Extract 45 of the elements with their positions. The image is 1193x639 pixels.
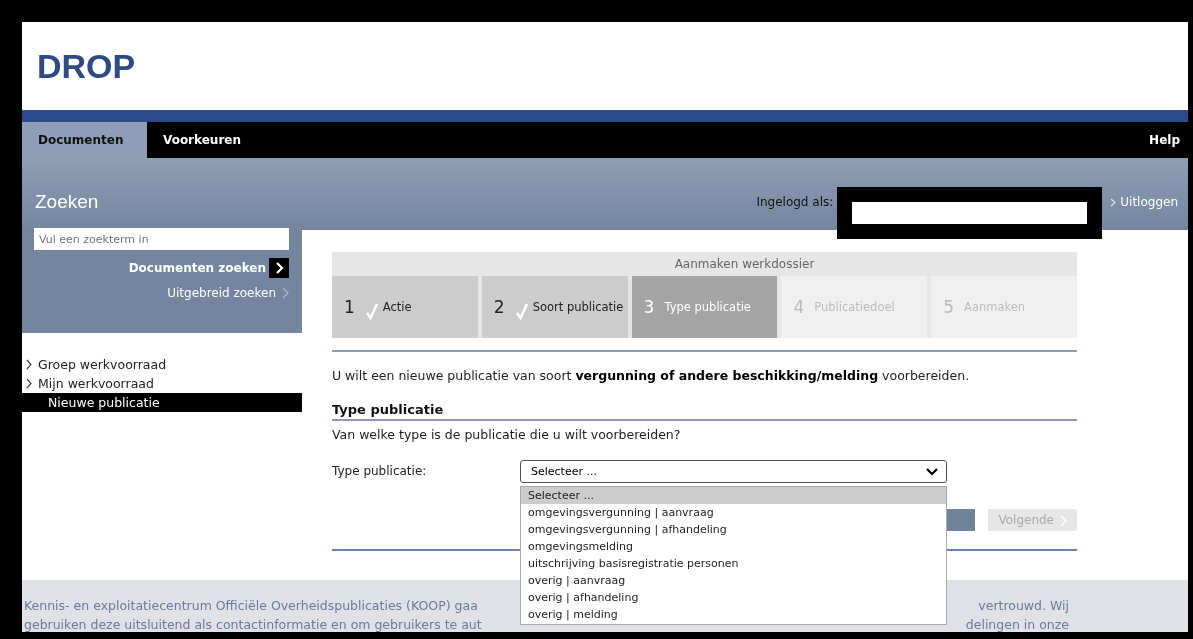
chevron-right-icon [26,378,32,389]
chevron-right-icon [26,359,32,370]
dropdown-option[interactable]: omgevingsvergunning | aanvraag [521,504,946,521]
dropdown-option[interactable]: overig | afhandeling [521,589,946,606]
logo: DROP [37,46,136,86]
question-text: Van welke type is de publicatie die u wilt voorbereiden? [332,427,682,442]
field-label: Type publicatie: [332,463,428,480]
help-link[interactable]: Help [1149,122,1188,158]
dropdown-option[interactable]: Selecteer ... [521,487,946,504]
step-label: Actie [382,300,412,314]
wizard-title: Aanmaken werkdossier [673,256,816,273]
search-field[interactable]: Vul een zoekterm in [34,228,289,250]
dropdown-option[interactable]: omgevingsvergunning | afhandeling [521,521,946,538]
footer-text: Kennis- en exploitatiecentrum Officiële Overheidspublicaties (KOOP) gaa [24,597,478,615]
search-button-label[interactable]: Documenten zoeken [128,261,266,275]
dropdown-option[interactable]: overig | melding [521,606,946,623]
checkmark-icon [364,302,379,320]
chevron-right-icon [1110,197,1117,207]
footer-text: gebruiken deze uitsluitend als contactinformatie en om gebruikers te aut [24,616,482,632]
sidebar-item[interactable]: Nieuwe publicatie [22,393,302,412]
footer-text: vertrouwd. Wij [978,597,1069,615]
step-number: 1 [344,297,355,317]
chevron-right-icon[interactable] [269,258,289,278]
step-label: Type publicatie [664,300,751,314]
chevron-right-icon [1060,514,1067,527]
footer-text: delingen in onze [965,616,1069,632]
sidebar-item[interactable]: Groep werkvoorraad [38,355,167,374]
advanced-search-link[interactable]: Uitgebreid zoeken [167,286,276,300]
intro-text: U wilt een nieuwe publicatie van soort vergunning of andere beschikking/melding voorbereiden. [332,368,971,383]
logged-in-label: Ingelogd als: [756,195,834,209]
step-label: Soort publicatie [532,300,624,314]
search-title: Zoeken [35,191,99,213]
chevron-right-icon [282,287,289,299]
step-number: 3 [643,297,655,317]
section-heading: Type publicatie [332,402,445,417]
checkmark-icon [514,302,529,320]
step-number: 2 [493,297,505,317]
dropdown-option[interactable]: uitschrijving basisregistratie personen [521,555,946,572]
nav-tab[interactable]: Documenten [22,122,147,158]
select-field[interactable]: Selecteer ... [520,460,947,483]
nav-tab[interactable]: Voorkeuren [147,122,257,158]
dropdown-option[interactable]: omgevingsmelding [521,538,946,555]
chevron-down-icon [926,467,938,476]
sidebar-item[interactable]: Mijn werkvoorraad [38,374,154,393]
dropdown-option[interactable]: overig | aanvraag [521,572,946,589]
